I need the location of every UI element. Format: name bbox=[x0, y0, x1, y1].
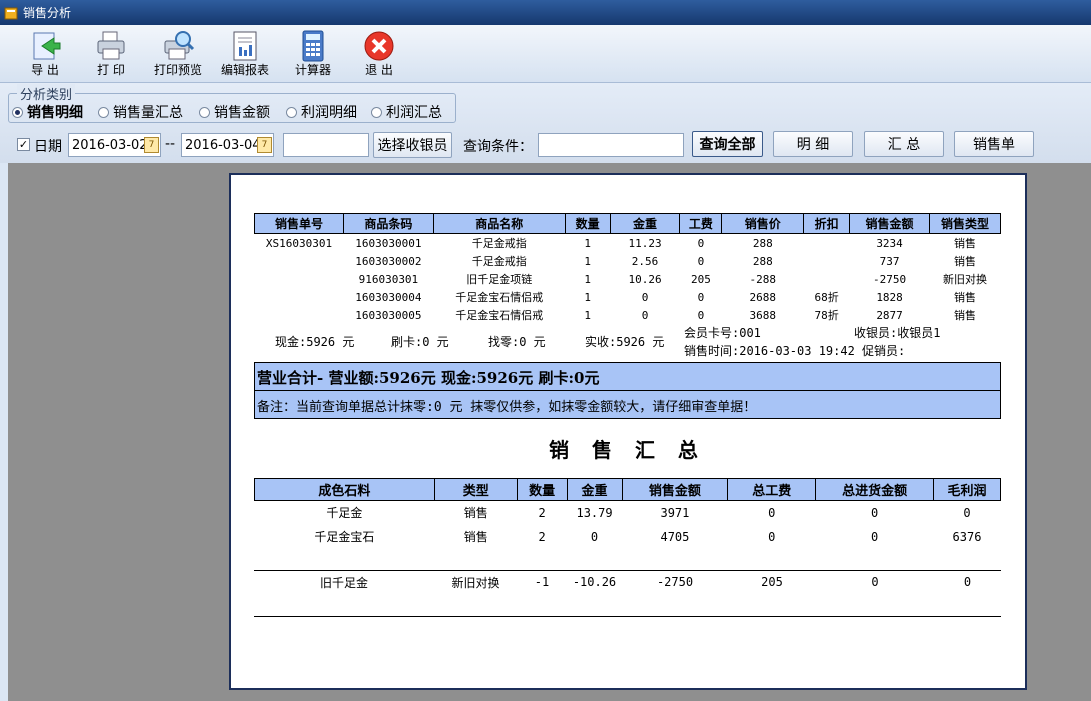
column-header: 数量 bbox=[564, 213, 611, 234]
table-row: 1603030004 千足金宝石情侣戒 1 00 2688 68折 1828 销售 bbox=[355, 290, 976, 305]
app-icon bbox=[4, 7, 18, 19]
column-header: 工费 bbox=[679, 213, 723, 234]
calculator-button[interactable]: 计算器 bbox=[290, 27, 336, 81]
totals-box: 营业合计- 营业额:5926元 现金:5926元 刷卡:0元 备注：当前查询单据… bbox=[254, 362, 1001, 419]
cash-amount: 现金:5926 元 bbox=[275, 335, 355, 349]
column-header: 销售金额 bbox=[849, 213, 930, 234]
analysis-type-group: 分析类别 销售明细 销售量汇总 销售金额 利润明细 利润汇总 bbox=[8, 84, 456, 123]
analysis-type-legend: 分析类别 bbox=[17, 84, 76, 103]
remark-note: 备注：当前查询单据总计抹零:0 元 抹零仅供参，如抹零金额较大，请仔细审查单据！ bbox=[257, 400, 757, 415]
column-header: 总工费 bbox=[727, 478, 817, 501]
table-row: 千足金宝石 销售 20 4705 0 0 6376 bbox=[314, 529, 982, 545]
export-icon bbox=[33, 32, 61, 60]
divider-line bbox=[254, 616, 1001, 617]
date-checkbox[interactable]: ✓ bbox=[17, 138, 30, 151]
column-header: 成色石料 bbox=[254, 478, 435, 501]
sale-time: 销售时间:2016-03-03 19:42 促销员: bbox=[684, 344, 906, 358]
table-row: 916030301 旧千足金项链 1 10.26 205 -288 -2750 新旧对… bbox=[358, 272, 987, 287]
business-total: 营业合计- 营业额:5926元 现金:5926元 刷卡:0元 bbox=[255, 363, 1000, 391]
exit-icon bbox=[364, 31, 394, 61]
date-separator: -- bbox=[165, 136, 176, 152]
radio-sales-detail[interactable]: 销售明细 bbox=[12, 102, 83, 122]
column-header: 销售价 bbox=[721, 213, 805, 234]
column-header: 销售类型 bbox=[928, 213, 1002, 234]
query-condition-input[interactable] bbox=[538, 133, 684, 157]
table-row: 1603030002 千足金戒指 1 2.56 0 288 737 销售 bbox=[355, 254, 976, 269]
calendar-icon[interactable]: 7 bbox=[257, 137, 272, 153]
sales-slip-button[interactable]: 销售单 bbox=[954, 131, 1034, 157]
column-header: 折扣 bbox=[803, 213, 851, 234]
table-row: 1603030005 千足金宝石情侣戒 1 00 3688 78折 2877 销售 bbox=[355, 308, 976, 323]
query-all-button[interactable]: 查询全部 bbox=[692, 131, 763, 157]
table-row: XS16030301 1603030001 千足金戒指 1 11.23 0 288 3… bbox=[265, 236, 976, 251]
choose-cashier-button[interactable]: 选择收银员 bbox=[373, 132, 452, 158]
print-preview-button[interactable]: 打印预览 bbox=[150, 27, 206, 81]
member-card-number: 会员卡号:001 bbox=[684, 326, 761, 340]
printer-icon bbox=[97, 31, 125, 60]
column-header: 毛利润 bbox=[933, 478, 1001, 501]
received-amount: 实收:5926 元 bbox=[585, 335, 665, 349]
radio-sales-amount[interactable]: 销售金额 bbox=[199, 102, 270, 122]
radio-icon bbox=[98, 106, 109, 118]
radio-icon bbox=[286, 106, 297, 118]
title-bar: 销售分析 bbox=[0, 0, 1091, 25]
sales-summary-title: 销 售 汇 总 bbox=[549, 438, 706, 462]
column-header: 商品条码 bbox=[342, 213, 434, 234]
summary-button[interactable]: 汇 总 bbox=[864, 131, 944, 157]
divider-line bbox=[254, 570, 1001, 571]
date-to-field[interactable]: 2016-03-04 7 bbox=[181, 133, 274, 157]
report-edit-icon bbox=[233, 31, 257, 61]
cashier-field[interactable] bbox=[283, 133, 369, 157]
toolbar: 导 出 打 印 打印预览 编辑报表 计算器 退 出 bbox=[0, 25, 1091, 83]
change-amount: 找零:0 元 bbox=[488, 335, 546, 349]
radio-sales-volume-summary[interactable]: 销售量汇总 bbox=[98, 102, 183, 122]
exchange-summary-table: 旧千足金 新旧对换 -1 -10.26 -2750 205 00 bbox=[254, 572, 1001, 592]
print-preview-icon bbox=[164, 31, 195, 60]
column-header: 总进货金额 bbox=[815, 478, 934, 501]
calculator-icon bbox=[302, 30, 324, 62]
edit-report-button[interactable]: 编辑报表 bbox=[218, 27, 272, 81]
radio-profit-detail[interactable]: 利润明细 bbox=[286, 102, 357, 122]
column-header: 商品名称 bbox=[432, 213, 566, 234]
radio-icon bbox=[199, 106, 210, 118]
card-amount: 刷卡:0 元 bbox=[391, 335, 449, 349]
sales-detail-table: 销售单号 商品条码 商品名称 数量 金重 工费 销售价 折扣 销售金额 销售类型… bbox=[254, 213, 1002, 324]
print-button[interactable]: 打 印 bbox=[88, 27, 134, 81]
radio-icon bbox=[371, 106, 382, 118]
cashier-name: 收银员:收银员1 bbox=[854, 326, 941, 340]
radio-profit-summary[interactable]: 利润汇总 bbox=[371, 102, 442, 122]
date-from-field[interactable]: 2016-03-02 7 bbox=[68, 133, 161, 157]
detail-button[interactable]: 明 细 bbox=[773, 131, 853, 157]
exit-button[interactable]: 退 出 bbox=[356, 27, 402, 81]
radio-selected-icon bbox=[12, 106, 23, 118]
window-title: 销售分析 bbox=[23, 6, 72, 20]
export-button[interactable]: 导 出 bbox=[22, 27, 68, 81]
column-header: 数量 bbox=[516, 478, 568, 501]
sales-summary-table: 成色石料 类型 数量 金重 销售金额 总工费 总进货金额 毛利润 千足金 销售 2… bbox=[254, 478, 1001, 549]
column-header: 金重 bbox=[566, 478, 623, 501]
summary-header-row: 成色石料 类型 数量 金重 销售金额 总工费 总进货金额 毛利润 bbox=[254, 478, 1001, 501]
column-header: 类型 bbox=[433, 478, 518, 501]
date-label: 日期 bbox=[34, 139, 62, 155]
calendar-icon[interactable]: 7 bbox=[144, 137, 159, 153]
column-header: 金重 bbox=[609, 213, 681, 234]
query-condition-label: 查询条件： bbox=[463, 139, 533, 155]
detail-header-row: 销售单号 商品条码 商品名称 数量 金重 工费 销售价 折扣 销售金额 销售类型 bbox=[254, 213, 1002, 234]
table-row: 旧千足金 新旧对换 -1 -10.26 -2750 205 00 bbox=[319, 575, 972, 590]
column-header: 销售单号 bbox=[254, 213, 344, 234]
column-header: 销售金额 bbox=[621, 478, 729, 501]
table-row: 千足金 销售 2 13.79 3971 0 00 bbox=[326, 505, 971, 521]
